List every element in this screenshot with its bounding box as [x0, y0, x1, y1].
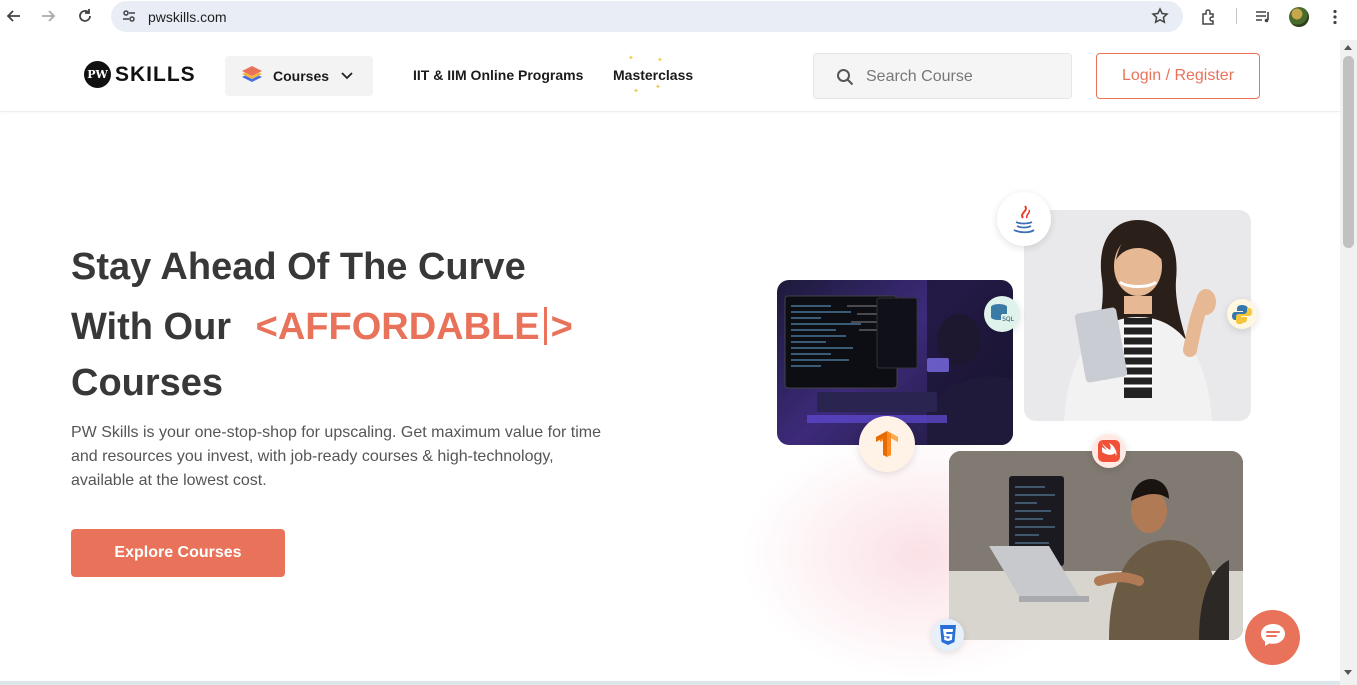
- nav-link-iit-iim[interactable]: IIT & IIM Online Programs: [413, 67, 583, 83]
- search-box[interactable]: [813, 53, 1072, 99]
- svg-text:SQL: SQL: [1002, 316, 1015, 323]
- scroll-up-icon[interactable]: [1344, 45, 1352, 50]
- explore-courses-button[interactable]: Explore Courses: [71, 529, 285, 577]
- back-icon[interactable]: [4, 6, 24, 26]
- css3-icon: [932, 619, 964, 651]
- scroll-thumb[interactable]: [1343, 56, 1354, 248]
- search-input[interactable]: [866, 66, 1056, 88]
- search-icon: [836, 68, 854, 91]
- sparkle-icon: ✦: [633, 88, 639, 95]
- sql-icon: SQL: [984, 296, 1020, 332]
- site-info-icon[interactable]: [121, 8, 137, 29]
- student-coding-photo: [949, 451, 1243, 640]
- menu-icon[interactable]: [1324, 6, 1346, 28]
- tensorflow-icon: [859, 416, 915, 472]
- hero-typing-highlight: <AFFORDABLE >: [255, 306, 573, 348]
- media-icon[interactable]: [1252, 6, 1274, 28]
- hero-title-line2: With Our <AFFORDABLE >: [71, 306, 573, 349]
- swift-icon: [1092, 434, 1126, 468]
- hero-title-line1: Stay Ahead Of The Curve: [71, 246, 526, 288]
- hero-description: PW Skills is your one-stop-shop for upsc…: [71, 424, 601, 489]
- chat-support-button[interactable]: [1245, 610, 1300, 665]
- bookmark-star-icon[interactable]: [1151, 7, 1169, 30]
- smiling-student-photo: [1024, 210, 1251, 421]
- layers-icon: [241, 64, 263, 89]
- hero-title-line3: Courses: [71, 362, 224, 404]
- reload-icon[interactable]: [75, 6, 95, 26]
- chevron-down-icon: [341, 67, 353, 85]
- java-icon: [997, 192, 1051, 246]
- pw-skills-logo[interactable]: PW SKILLS: [84, 61, 196, 88]
- browser-toolbar: pwskills.com: [0, 0, 1357, 33]
- extensions-icon[interactable]: [1198, 6, 1220, 28]
- nav-link-masterclass[interactable]: Masterclass: [613, 67, 693, 83]
- address-bar[interactable]: pwskills.com: [111, 1, 1183, 32]
- profile-avatar[interactable]: [1288, 6, 1310, 28]
- url-text[interactable]: pwskills.com: [148, 9, 227, 25]
- courses-label: Courses: [273, 68, 330, 84]
- logo-text: SKILLS: [115, 62, 196, 86]
- scroll-down-icon[interactable]: [1344, 670, 1352, 675]
- login-register-button[interactable]: Login / Register: [1096, 53, 1260, 99]
- courses-dropdown-button[interactable]: Courses: [225, 56, 373, 96]
- sparkle-icon: ✦: [628, 55, 634, 62]
- site-header: PW SKILLS Courses IIT & IIM Online Progr…: [0, 40, 1340, 112]
- typing-cursor: [543, 307, 547, 345]
- sparkle-icon: ✦: [655, 84, 661, 91]
- sparkle-icon: ✦: [657, 57, 663, 64]
- hero-title-prefix: With Our: [71, 306, 232, 348]
- next-section-edge: [0, 681, 1340, 685]
- forward-icon[interactable]: [38, 6, 58, 26]
- chat-icon: [1259, 622, 1287, 653]
- toolbar-divider: [1236, 8, 1237, 24]
- page-scrollbar[interactable]: [1340, 40, 1357, 685]
- logo-mark: PW: [84, 61, 111, 88]
- python-icon: [1227, 299, 1257, 329]
